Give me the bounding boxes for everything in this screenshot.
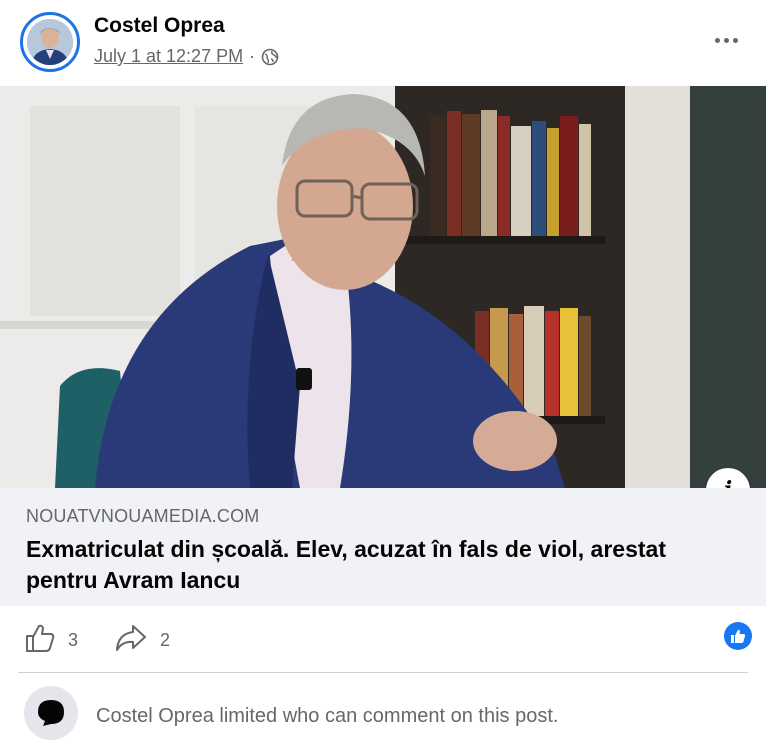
link-preview-image[interactable] (0, 86, 766, 488)
link-preview[interactable]: NOUATVNOUAMEDIA.COM Exmatriculat din șco… (0, 488, 766, 606)
post-actions: 3 2 (0, 606, 766, 672)
link-headline[interactable]: Exmatriculat din școală. Elev, acuzat în… (26, 534, 736, 596)
share-arrow-icon (114, 622, 148, 659)
share-count: 2 (160, 630, 171, 650)
post-header: Costel Oprea July 1 at 12:27 PM · (0, 0, 766, 86)
comment-restriction-text: Costel Oprea limited who can comment on … (96, 705, 559, 727)
meta-separator: · (249, 46, 256, 66)
author-avatar[interactable] (20, 12, 80, 72)
link-domain: NOUATVNOUAMEDIA.COM (26, 506, 260, 526)
globe-icon[interactable] (261, 48, 279, 66)
thumbs-up-icon (24, 622, 56, 659)
like-button[interactable]: 3 (24, 622, 78, 659)
post-meta: July 1 at 12:27 PM · (94, 46, 279, 67)
like-reaction-icon[interactable] (724, 622, 752, 650)
actions-divider (18, 672, 748, 673)
more-options-icon[interactable] (712, 26, 740, 54)
comment-restriction-notice: Costel Oprea limited who can comment on … (0, 674, 766, 750)
share-button[interactable]: 2 (114, 622, 170, 659)
post-timestamp[interactable]: July 1 at 12:27 PM (94, 46, 243, 67)
avatar-image (27, 19, 73, 65)
post-card: Costel Oprea July 1 at 12:27 PM · NOUATV… (0, 0, 766, 750)
comment-bubble-icon (24, 686, 78, 740)
like-count: 3 (68, 630, 79, 650)
author-name[interactable]: Costel Oprea (94, 14, 225, 38)
